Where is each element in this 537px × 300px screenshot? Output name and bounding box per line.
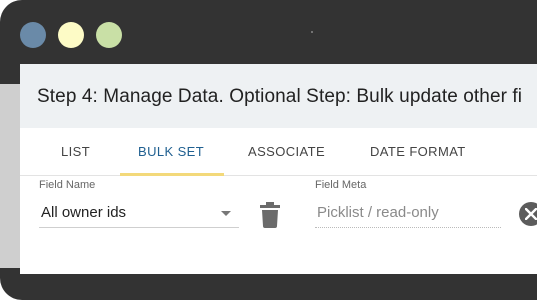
delete-field-button[interactable]: [260, 202, 280, 228]
field-meta-label: Field Meta: [315, 179, 367, 191]
side-panel-edge: [0, 84, 20, 268]
tab-list[interactable]: LIST: [61, 128, 90, 176]
tab-bar: LIST BULK SET ASSOCIATE DATE FORMAT: [20, 128, 537, 176]
field-meta-input: Picklist / read-only: [315, 198, 501, 228]
tab-date-format[interactable]: DATE FORMAT: [370, 128, 466, 176]
close-icon: [525, 208, 537, 220]
tab-associate[interactable]: ASSOCIATE: [248, 128, 325, 176]
field-meta-value: Picklist / read-only: [317, 204, 439, 221]
field-name-select[interactable]: All owner ids: [39, 198, 239, 228]
clear-field-button[interactable]: [519, 202, 537, 226]
page-title: Step 4: Manage Data. Optional Step: Bulk…: [37, 86, 523, 107]
field-name-label: Field Name: [39, 179, 96, 191]
trash-icon: [260, 202, 280, 228]
window-minimize-button[interactable]: [58, 22, 84, 48]
active-tab-indicator: [120, 173, 224, 176]
window-close-button[interactable]: [20, 22, 46, 48]
step-header: Step 4: Manage Data. Optional Step: Bulk…: [20, 64, 537, 128]
tab-bulk-set[interactable]: BULK SET: [138, 128, 204, 176]
titlebar-dot: [311, 31, 313, 33]
window-maximize-button[interactable]: [96, 22, 122, 48]
chevron-down-icon: [221, 211, 231, 216]
main-content: Step 4: Manage Data. Optional Step: Bulk…: [20, 64, 537, 274]
app-window: Step 4: Manage Data. Optional Step: Bulk…: [0, 0, 537, 300]
field-name-value: All owner ids: [41, 204, 127, 221]
